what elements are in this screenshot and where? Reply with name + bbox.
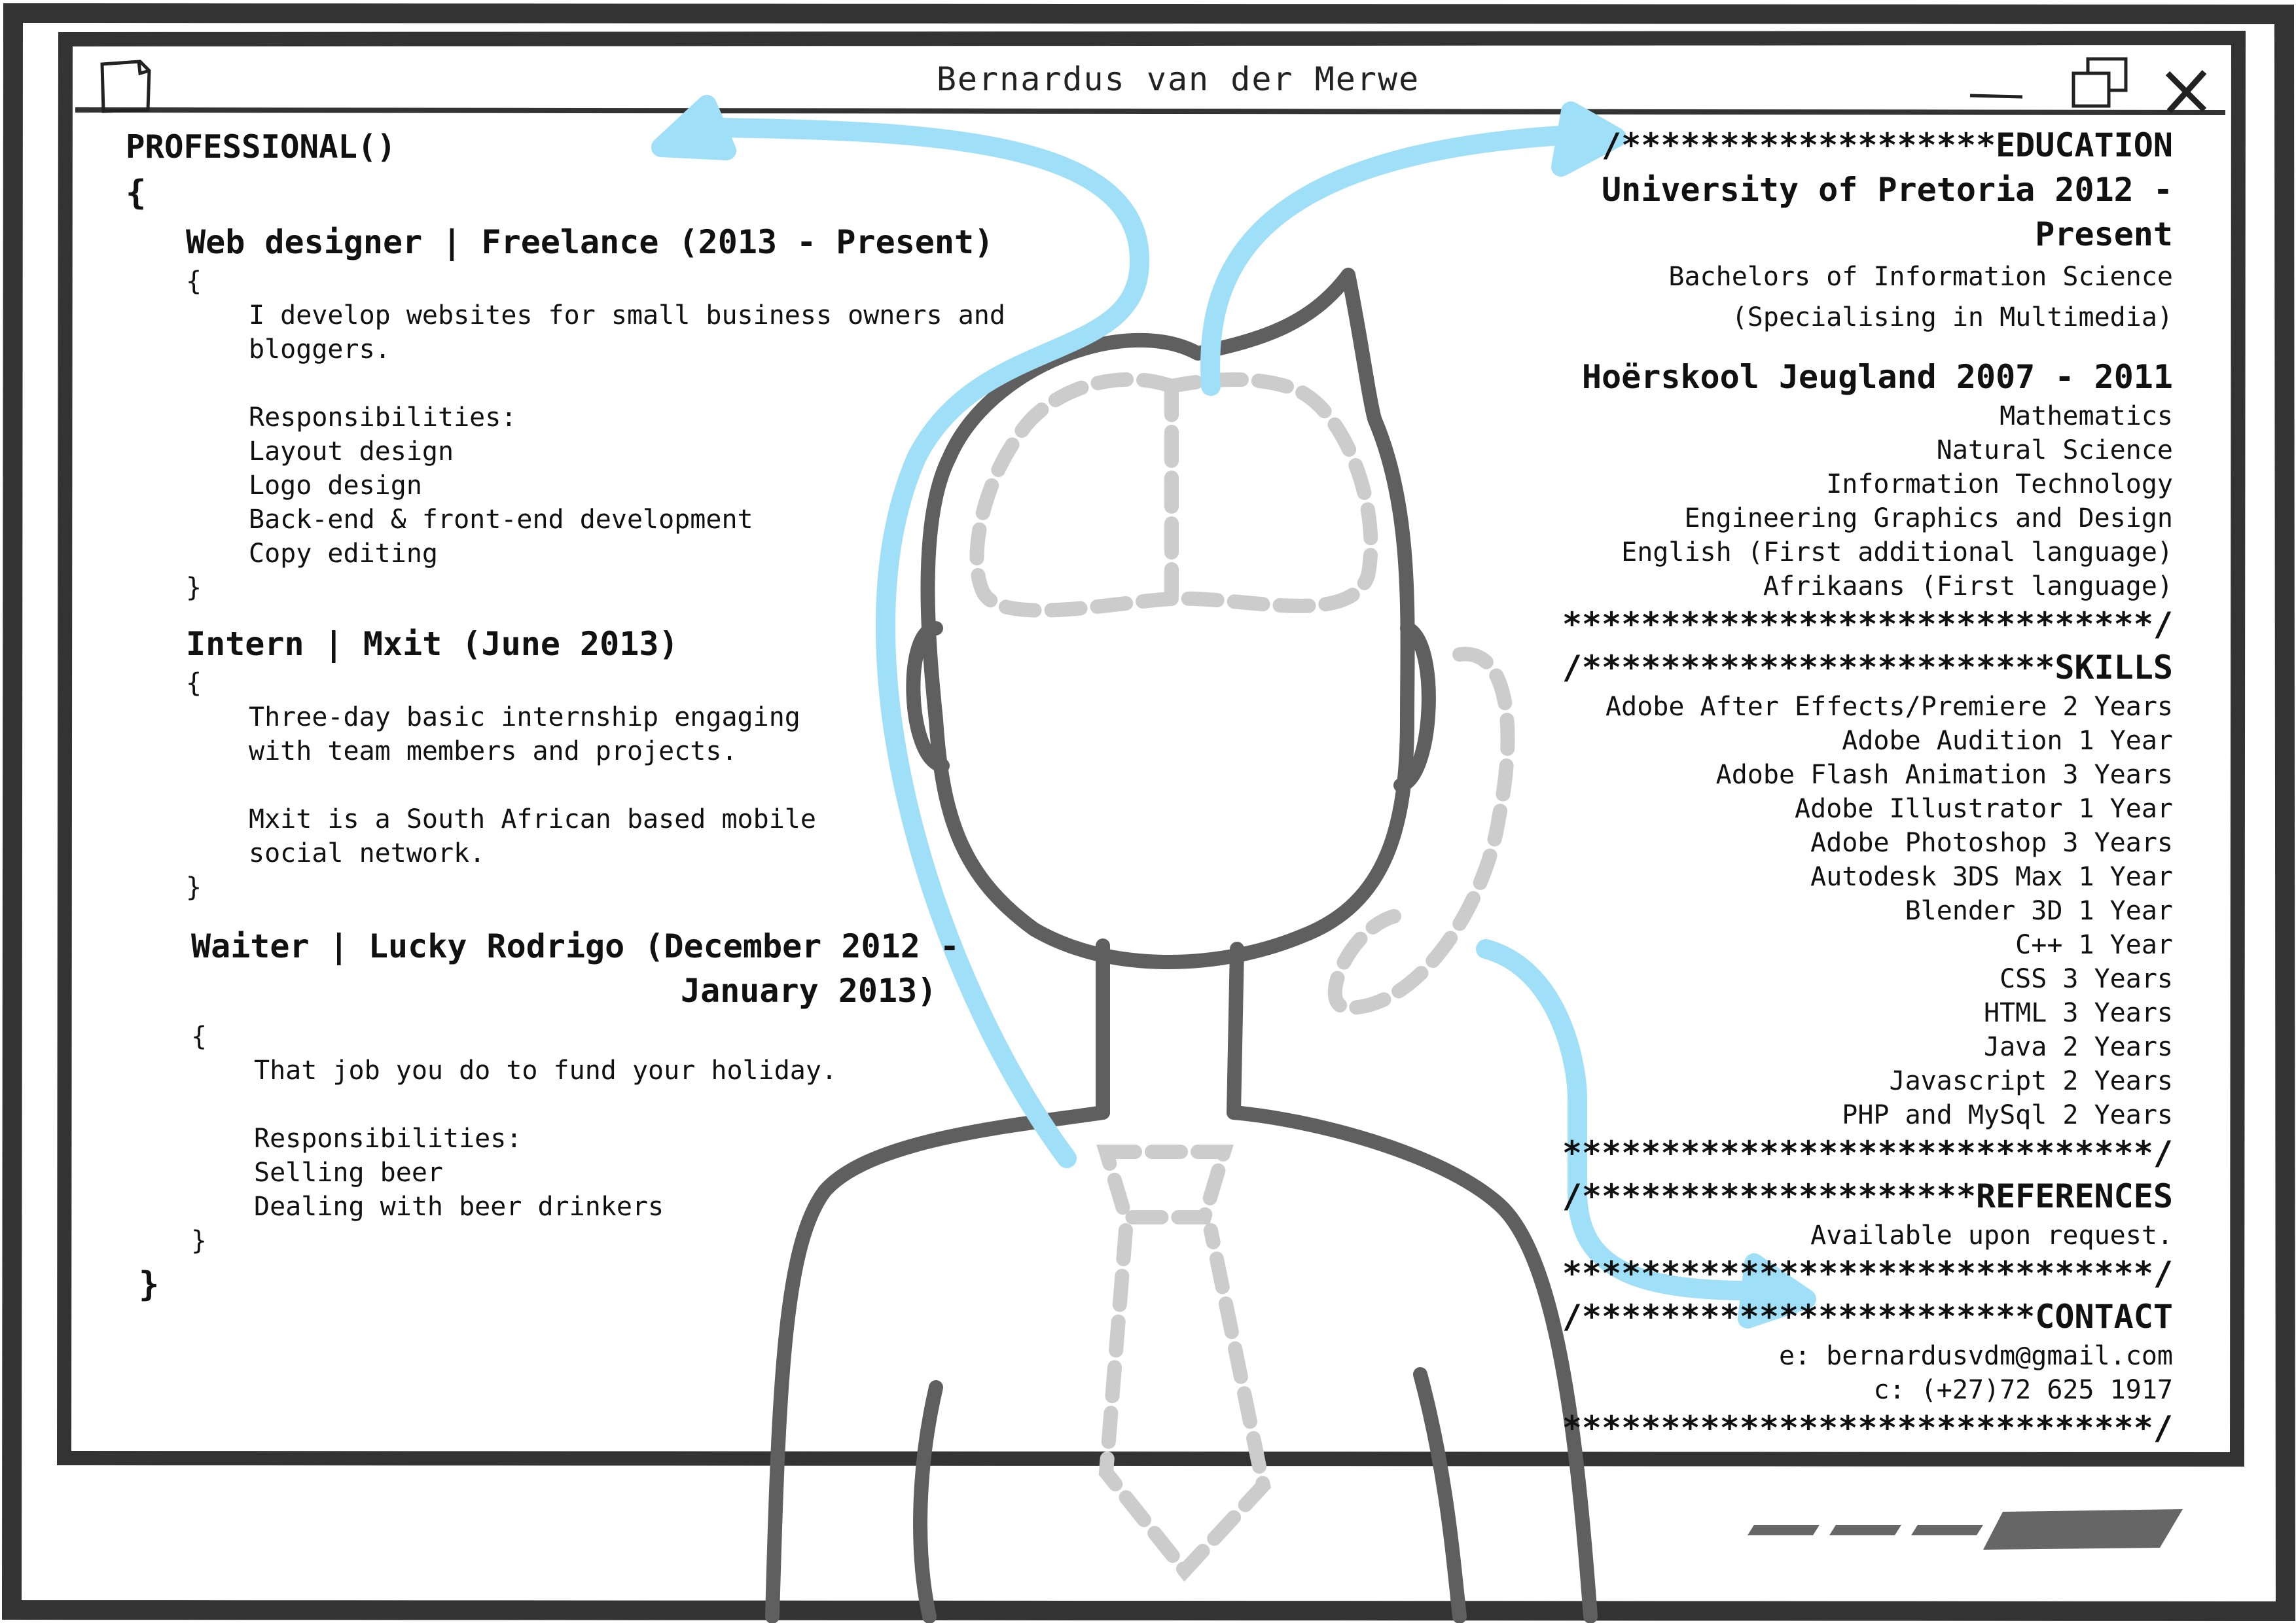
job-description: I develop websites for small business ow… <box>249 300 1005 569</box>
contact-heading: /***********************CONTACT <box>1562 1298 2173 1336</box>
skill-item: Adobe Illustrator 1 Year <box>1795 794 2173 824</box>
neck-right <box>1227 942 1244 1120</box>
professional-section: PROFESSIONAL() { Web designer | Freelanc… <box>126 124 1055 1308</box>
job-title: Intern | Mxit (June 2013) <box>186 625 679 663</box>
skill-item: Blender 3D 1 Year <box>1905 896 2173 926</box>
minimize-icon[interactable] <box>1964 65 2029 105</box>
maximize-icon[interactable] <box>2068 54 2134 113</box>
job-intern: Intern | Mxit (June 2013) { Three-day ba… <box>186 622 1055 904</box>
job-title: Waiter | Lucky Rodrigo (December 2012 - <box>191 927 960 965</box>
professional-heading: PROFESSIONAL() <box>126 128 397 166</box>
job-close-brace: } <box>191 1226 207 1256</box>
job-title-continued: January 2013) <box>681 972 937 1010</box>
close-brace: } <box>139 1265 160 1304</box>
references-close: ******************************/ <box>1562 1255 2173 1293</box>
skill-item: HTML 3 Years <box>1984 998 2173 1028</box>
job-description: Three-day basic internship engaging with… <box>249 702 816 868</box>
skills-close: ******************************/ <box>1562 1134 2173 1172</box>
school-name: Hoërskool Jeugland 2007 - 2011 <box>1581 358 2173 396</box>
job-description: That job you do to fund your holiday. Re… <box>254 1056 838 1222</box>
job-open-brace: { <box>186 266 202 296</box>
document-icon <box>100 60 151 113</box>
job-open-brace: { <box>186 668 202 698</box>
skill-item: Javascript 2 Years <box>1889 1066 2173 1096</box>
skills-list: Adobe After Effects/Premiere 2 Years Ado… <box>1532 690 2173 1132</box>
job-waiter: Waiter | Lucky Rodrigo (December 2012 - … <box>191 924 1055 1258</box>
skill-item: Adobe Flash Animation 3 Years <box>1715 760 2173 790</box>
title-bar-line <box>75 107 2226 115</box>
skill-item: PHP and MySql 2 Years <box>1842 1100 2173 1130</box>
job-web-designer: Web designer | Freelance (2013 - Present… <box>186 220 1055 605</box>
education-close: ******************************/ <box>1562 605 2173 643</box>
skill-item: Adobe After Effects/Premiere 2 Years <box>1605 692 2173 722</box>
subject-line: Engineering Graphics and Design <box>1684 503 2173 533</box>
job-close-brace: } <box>186 872 202 902</box>
skill-item: Adobe Photoshop 3 Years <box>1810 828 2173 858</box>
resume-page: Bernardus van der Merwe PROFESSIONAL() {… <box>0 0 2296 1623</box>
skill-item: CSS 3 Years <box>2000 964 2173 994</box>
right-arm <box>1413 1367 1467 1623</box>
window-title: Bernardus van der Merwe <box>936 60 1420 98</box>
skill-item: Java 2 Years <box>1984 1032 2173 1062</box>
references-heading: /********************REFERENCES <box>1562 1177 2173 1215</box>
skills-heading: /************************SKILLS <box>1562 649 2173 687</box>
job-close-brace: } <box>186 573 202 603</box>
degree-line: (Specialising in Multimedia) <box>1731 302 2173 332</box>
contact-close: ******************************/ <box>1562 1409 2173 1447</box>
skill-item: C++ 1 Year <box>2015 930 2173 960</box>
subject-line: Mathematics <box>2000 401 2173 431</box>
right-column: /*******************EDUCATION University… <box>1532 123 2173 1449</box>
skill-item: Adobe Audition 1 Year <box>1842 726 2173 756</box>
contact-email[interactable]: e: bernardusvdm@gmail.com <box>1532 1339 2173 1373</box>
school-name-continued: Present <box>2035 215 2173 253</box>
subject-line: Information Technology <box>1826 469 2173 499</box>
degree-line: Bachelors of Information Science <box>1668 262 2173 292</box>
open-brace: { <box>126 173 147 213</box>
tie-body <box>1098 1223 1271 1582</box>
left-arm <box>913 1380 943 1623</box>
arrow-to-education <box>1200 124 1594 396</box>
contact-phone[interactable]: c: (+27)72 625 1917 <box>1532 1373 2173 1407</box>
job-open-brace: { <box>191 1022 207 1052</box>
subject-line: Natural Science <box>1936 435 2173 465</box>
tie-knot <box>1096 1145 1234 1224</box>
subject-line: English (First additional language) <box>1621 537 2173 567</box>
skill-item: Autodesk 3DS Max 1 Year <box>1810 862 2173 892</box>
references-text: Available upon request. <box>1810 1221 2173 1251</box>
education-heading: /*******************EDUCATION <box>1602 126 2173 164</box>
subject-line: Afrikaans (First language) <box>1763 571 2173 601</box>
bottom-indicator <box>1748 1509 2183 1550</box>
school-name: University of Pretoria 2012 - <box>1602 171 2173 209</box>
close-icon[interactable] <box>2160 65 2212 118</box>
job-title: Web designer | Freelance (2013 - Present… <box>186 223 994 261</box>
